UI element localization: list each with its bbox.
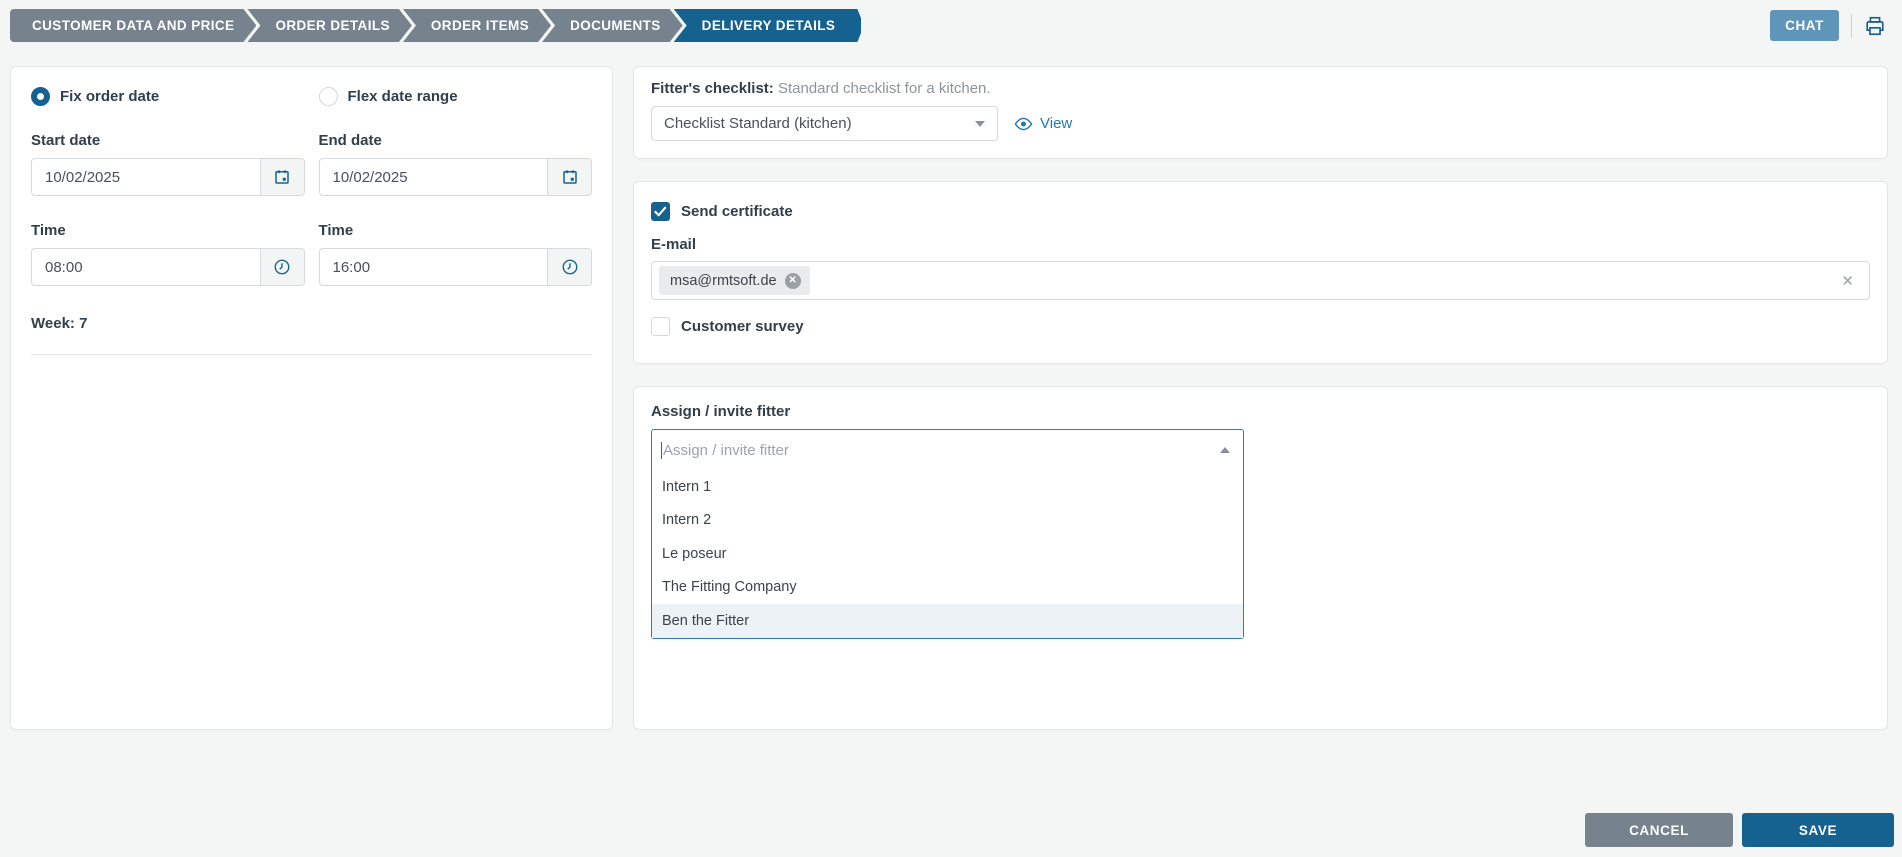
- clock-icon: [561, 258, 579, 276]
- radio-unselected-icon[interactable]: [318, 87, 338, 106]
- option-ben-the-fitter[interactable]: Ben the Fitter: [652, 604, 1243, 638]
- option-intern-2[interactable]: Intern 2: [652, 504, 1243, 538]
- customer-survey-checkbox-row[interactable]: Customer survey: [651, 317, 1870, 336]
- step-delivery-details[interactable]: DELIVERY DETAILS: [674, 9, 862, 42]
- assign-fitter-options-list: Intern 1 Intern 2 Le poseur The Fitting …: [652, 470, 1243, 638]
- end-time-field: [318, 248, 592, 286]
- start-date-calendar-button[interactable]: [259, 159, 304, 195]
- view-checklist-link[interactable]: View: [1014, 115, 1072, 132]
- end-time-clock-button[interactable]: [547, 249, 591, 285]
- week-label: Week: 7: [31, 315, 88, 332]
- clear-email-field-icon[interactable]: ✕: [1838, 272, 1857, 290]
- email-chip: msa@rmtsoft.de ✕: [659, 266, 810, 295]
- calendar-icon: [273, 168, 291, 186]
- start-time-input[interactable]: [32, 249, 260, 285]
- fix-order-date-label: Fix order date: [60, 88, 160, 105]
- view-link-label: View: [1040, 115, 1073, 132]
- print-button[interactable]: [1864, 15, 1886, 37]
- top-right-actions: CHAT: [1770, 9, 1886, 41]
- email-field[interactable]: msa@rmtsoft.de ✕ ✕: [651, 261, 1870, 300]
- save-button[interactable]: SAVE: [1742, 813, 1894, 847]
- checklist-heading: Fitter's checklist: Standard checklist f…: [651, 80, 1870, 97]
- step-documents[interactable]: DOCUMENTS: [542, 9, 683, 42]
- send-certificate-label: Send certificate: [681, 203, 793, 220]
- end-date-calendar-button[interactable]: [547, 159, 591, 195]
- start-date-input[interactable]: [32, 159, 260, 195]
- cancel-button[interactable]: CANCEL: [1585, 813, 1733, 847]
- checkbox-unchecked-icon[interactable]: [651, 317, 670, 336]
- email-label: E-mail: [651, 236, 697, 253]
- step-label: DELIVERY DETAILS: [701, 18, 836, 33]
- clock-icon: [273, 258, 291, 276]
- end-time-input[interactable]: [319, 249, 547, 285]
- start-date-field: [31, 158, 305, 196]
- printer-icon: [1864, 15, 1886, 37]
- step-label: CUSTOMER DATA AND PRICE: [32, 18, 235, 33]
- certificate-panel: Send certificate E-mail msa@rmtsoft.de ✕…: [633, 181, 1888, 364]
- top-bar: CUSTOMER DATA AND PRICE ORDER DETAILS OR…: [0, 0, 1902, 42]
- section-divider: [31, 354, 592, 355]
- assign-fitter-input[interactable]: Assign / invite fitter: [652, 430, 1243, 470]
- step-order-details[interactable]: ORDER DETAILS: [247, 9, 411, 42]
- right-column: Fitter's checklist: Standard checklist f…: [633, 66, 1888, 730]
- option-le-poseur[interactable]: Le poseur: [652, 537, 1243, 571]
- text-cursor: [661, 441, 662, 459]
- footer-actions: CANCEL SAVE: [1585, 813, 1894, 847]
- step-label: ORDER ITEMS: [430, 18, 530, 33]
- eye-icon: [1014, 117, 1033, 131]
- schedule-panel: Fix order date Start date 10/02/2025 Tim…: [10, 66, 613, 730]
- customer-survey-label: Customer survey: [681, 318, 804, 335]
- assign-fitter-placeholder: Assign / invite fitter: [663, 441, 789, 459]
- checkbox-checked-icon[interactable]: [651, 202, 670, 221]
- end-date-label: End date: [318, 132, 382, 149]
- assign-fitter-panel: Assign / invite fitter Assign / invite f…: [633, 386, 1888, 730]
- flex-date-range-label: Flex date range: [347, 88, 458, 105]
- end-date-field: [318, 158, 592, 196]
- checklist-select[interactable]: Checklist Standard (kitchen): [651, 106, 998, 141]
- chat-button[interactable]: CHAT: [1770, 10, 1839, 41]
- left-column: Fix order date Start date 10/02/2025 Tim…: [10, 66, 613, 730]
- vertical-divider: [1851, 13, 1852, 38]
- end-date-input[interactable]: [319, 159, 547, 195]
- checklist-label: Fitter's checklist:: [651, 80, 774, 97]
- assign-fitter-label: Assign / invite fitter: [651, 403, 791, 420]
- flex-date-range-radio[interactable]: Flex date range: [318, 87, 593, 106]
- send-certificate-checkbox-row[interactable]: Send certificate: [651, 202, 1870, 221]
- step-label: ORDER DETAILS: [275, 18, 390, 33]
- chevron-up-icon: [1220, 447, 1230, 453]
- checklist-panel: Fitter's checklist: Standard checklist f…: [633, 66, 1888, 159]
- remove-email-chip-icon[interactable]: ✕: [784, 272, 801, 289]
- end-time-label: Time: [318, 222, 354, 239]
- checklist-selected-value: Checklist Standard (kitchen): [664, 115, 852, 132]
- step-label: DOCUMENTS: [570, 18, 661, 33]
- step-order-items[interactable]: ORDER ITEMS: [403, 9, 551, 42]
- assign-fitter-combobox: Assign / invite fitter Intern 1 Intern 2…: [651, 429, 1244, 639]
- radio-selected-icon[interactable]: [31, 87, 50, 106]
- calendar-icon: [561, 168, 579, 186]
- option-intern-1[interactable]: Intern 1: [652, 470, 1243, 504]
- checklist-description: Standard checklist for a kitchen.: [777, 80, 991, 97]
- start-time-label: Time: [31, 222, 66, 239]
- step-customer-data-and-price[interactable]: CUSTOMER DATA AND PRICE: [10, 9, 256, 42]
- start-time-clock-button[interactable]: [259, 249, 304, 285]
- wizard-breadcrumb: CUSTOMER DATA AND PRICE ORDER DETAILS OR…: [10, 9, 861, 42]
- main-content: Fix order date Start date 10/02/2025 Tim…: [10, 66, 1888, 730]
- chevron-down-icon: [975, 120, 985, 127]
- start-time-field: [31, 248, 305, 286]
- fix-order-date-radio[interactable]: Fix order date: [31, 87, 305, 106]
- start-date-label: Start date: [31, 132, 101, 149]
- email-chip-value: msa@rmtsoft.de: [670, 272, 777, 289]
- option-the-fitting-company[interactable]: The Fitting Company: [652, 571, 1243, 605]
